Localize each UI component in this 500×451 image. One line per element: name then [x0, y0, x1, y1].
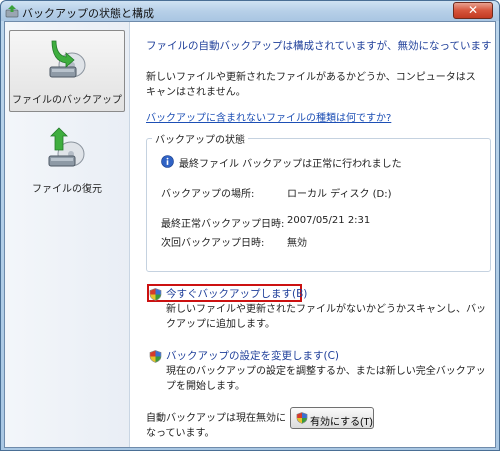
row-value: 2007/05/21 2:31: [287, 215, 371, 226]
enable-button[interactable]: 有効にする(T): [290, 407, 374, 429]
window-frame: バックアップの状態と構成 ✕ ファイルのバックアップ ファイルの復元 ファイルの…: [0, 0, 500, 451]
change-settings-link[interactable]: バックアップの設定を変更します(C): [166, 348, 339, 363]
excluded-file-types-link[interactable]: バックアップに含まれないファイルの種類は何ですか?: [146, 109, 391, 124]
backup-app-icon: [5, 5, 19, 18]
left-nav: ファイルのバックアップ ファイルの復元: [5, 22, 130, 447]
uac-shield-icon: [149, 350, 162, 363]
title-bar[interactable]: バックアップの状態と構成 ✕: [1, 1, 499, 21]
backup-status-group: バックアップの状態 最終ファイル バックアップは正常に行われました バックアップ…: [146, 131, 491, 272]
restore-disk-icon: [48, 127, 85, 167]
nav-item-file-backup[interactable]: ファイルのバックアップ: [9, 30, 125, 112]
nav-item-file-restore[interactable]: ファイルの復元: [9, 120, 125, 202]
main-pane: ファイルの自動バックアップは構成されていますが、無効になっています 新しいファイ…: [131, 22, 495, 447]
nav-item-label: ファイルのバックアップ: [12, 95, 122, 106]
auto-backup-disabled-text: 自動バックアップは現在無効になっています。: [146, 413, 286, 439]
info-icon: [161, 155, 174, 168]
row-value: 無効: [287, 238, 307, 249]
row-value: ローカル ディスク (D:): [287, 189, 392, 200]
row-label: バックアップの場所:: [161, 189, 255, 200]
window-title: バックアップの状態と構成: [22, 7, 154, 20]
close-button[interactable]: ✕: [453, 2, 493, 19]
backup-now-link[interactable]: 今すぐバックアップします(B): [166, 286, 307, 301]
status-description: 新しいファイルや更新されたファイルがあるかどうか、コンピュータはスキャンはされま…: [146, 72, 476, 98]
group-title: バックアップの状態: [152, 131, 248, 146]
uac-shield-icon: [149, 288, 162, 301]
page-heading: ファイルの自動バックアップは構成されていますが、無効になっています: [146, 40, 492, 52]
client-area: ファイルのバックアップ ファイルの復元 ファイルの自動バックアップは構成されてい…: [4, 21, 496, 448]
task-description: 新しいファイルや更新されたファイルがないかどうかスキャンし、バックアップに追加し…: [166, 304, 486, 330]
row-label: 次回バックアップ日時:: [161, 238, 265, 249]
last-backup-info: 最終ファイル バックアップは正常に行われました: [179, 159, 402, 170]
uac-shield-icon: [296, 412, 308, 424]
backup-disk-icon: [49, 40, 86, 78]
nav-item-label: ファイルの復元: [32, 184, 102, 195]
task-description: 現在のバックアップの設定を調整するか、または新しい完全バックアップを開始します。: [166, 366, 486, 392]
enable-button-label: 有効にする(T): [310, 417, 373, 428]
row-label: 最終正常バックアップ日時:: [161, 219, 285, 230]
